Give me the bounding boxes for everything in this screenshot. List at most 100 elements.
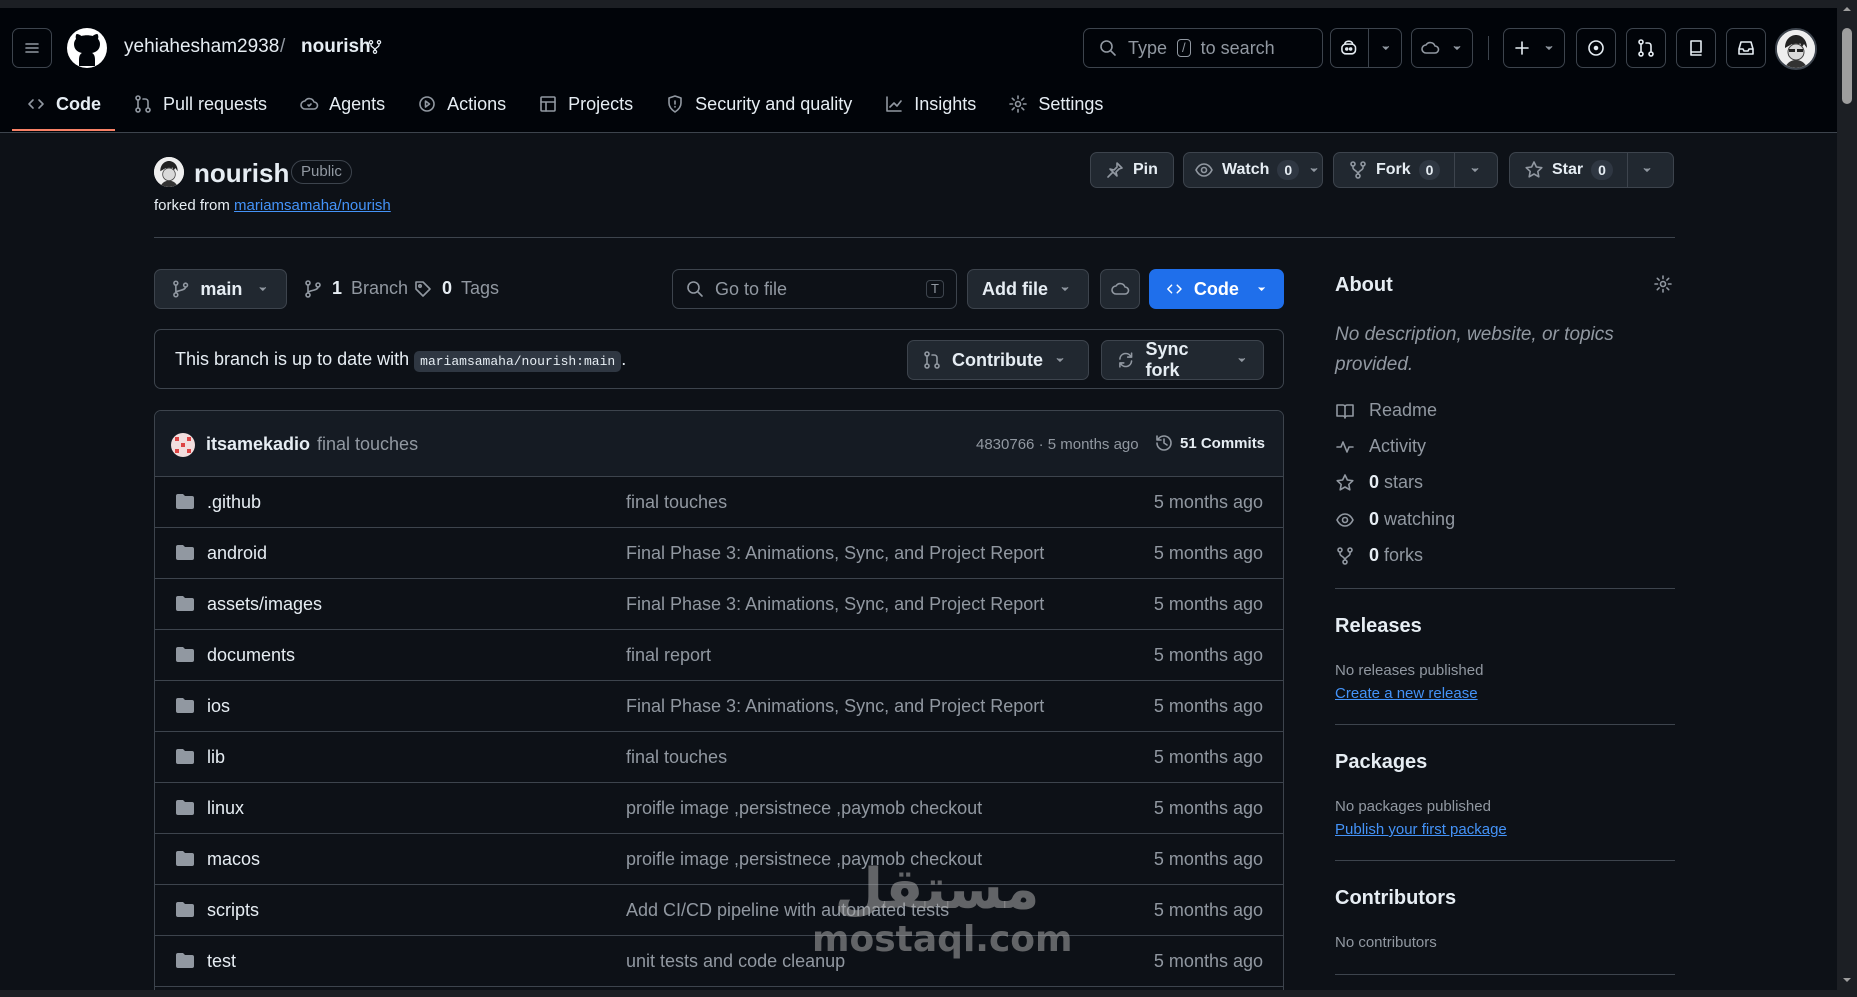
inbox-button[interactable]	[1726, 28, 1766, 68]
table-row[interactable]: assets/images Final Phase 3: Animations, …	[155, 579, 1283, 630]
releases-title[interactable]: Releases	[1335, 615, 1422, 638]
watching-link[interactable]: 0 watching	[1335, 509, 1455, 530]
file-name[interactable]: test	[207, 951, 236, 972]
fork-button[interactable]: Fork 0	[1333, 152, 1498, 188]
repositories-button[interactable]	[1676, 28, 1716, 68]
commit-message[interactable]: final touches	[317, 434, 418, 455]
table-row[interactable]: scripts Add CI/CD pipeline with automated…	[155, 885, 1283, 936]
commit-author-avatar[interactable]	[171, 433, 195, 457]
global-header: yehiahesham2938 / nourish Type / to sear…	[0, 0, 1837, 133]
tab-security[interactable]: Security and quality	[651, 86, 866, 122]
packages-title[interactable]: Packages	[1335, 751, 1427, 774]
file-name[interactable]: scripts	[207, 900, 259, 921]
forks-link[interactable]: 0 forks	[1335, 545, 1423, 566]
star-dropdown[interactable]	[1626, 153, 1667, 187]
contribute-button[interactable]: Contribute	[907, 340, 1089, 380]
commits-link[interactable]: 51 Commits	[1154, 433, 1265, 453]
create-cloud-button[interactable]	[1411, 28, 1473, 68]
file-name[interactable]: documents	[207, 645, 295, 666]
scroll-down-arrow-icon[interactable]	[1842, 975, 1852, 985]
file-commit-message[interactable]: final touches	[626, 492, 727, 513]
publish-package-link[interactable]: Publish your first package	[1335, 821, 1507, 838]
sidebar-divider	[1335, 860, 1675, 861]
code-button[interactable]: Code	[1149, 269, 1284, 309]
tab-settings[interactable]: Settings	[994, 86, 1117, 122]
breadcrumb-repo[interactable]: nourish	[301, 36, 371, 58]
page-scrollbar[interactable]	[1837, 0, 1857, 997]
plus-icon	[1515, 41, 1529, 55]
file-commit-message[interactable]: final touches	[626, 747, 727, 768]
file-table: itsamekadio final touches 4830766 · 5 mo…	[154, 410, 1284, 997]
watch-button[interactable]: Watch 0	[1183, 152, 1323, 188]
contributors-title[interactable]: Contributors	[1335, 887, 1456, 910]
create-new-button[interactable]	[1503, 28, 1565, 68]
status-ref[interactable]: mariamsamaha/nourish:main	[414, 351, 622, 372]
branch-icon	[173, 280, 189, 298]
scroll-up-arrow-icon[interactable]	[1842, 4, 1852, 14]
create-release-link[interactable]: Create a new release	[1335, 685, 1478, 702]
tab-insights[interactable]: Insights	[870, 86, 990, 122]
copilot-button[interactable]	[1330, 28, 1402, 68]
codespaces-button[interactable]	[1100, 269, 1140, 309]
tab-code[interactable]: Code	[12, 86, 115, 131]
commit-author[interactable]: itsamekadio	[206, 434, 310, 455]
activity-link[interactable]: Activity	[1335, 436, 1426, 457]
forked-from-link[interactable]: mariamsamaha/nourish	[234, 197, 391, 214]
repo-owner-avatar[interactable]	[154, 157, 184, 187]
file-commit-message[interactable]: Final Phase 3: Animations, Sync, and Pro…	[626, 543, 1044, 564]
file-name[interactable]: lib	[207, 747, 225, 768]
tab-projects[interactable]: Projects	[524, 86, 647, 122]
file-commit-message[interactable]: Final Phase 3: Animations, Sync, and Pro…	[626, 696, 1044, 717]
table-row[interactable]: lib final touches 5 months ago	[155, 732, 1283, 783]
sync-fork-button[interactable]: Sync fork	[1101, 339, 1264, 380]
issues-button[interactable]	[1576, 28, 1616, 68]
tab-agents[interactable]: Agents	[285, 86, 399, 122]
table-row[interactable]: documents final report 5 months ago	[155, 630, 1283, 681]
table-row[interactable]: ios Final Phase 3: Animations, Sync, and …	[155, 681, 1283, 732]
tab-actions[interactable]: Actions	[403, 86, 520, 122]
user-avatar[interactable]	[1775, 28, 1817, 70]
commit-hash-time[interactable]: 4830766 · 5 months ago	[976, 436, 1139, 453]
table-row[interactable]: android Final Phase 3: Animations, Sync, …	[155, 528, 1283, 579]
table-row[interactable]: macos proifle image ,persistnece ,paymob …	[155, 834, 1283, 885]
file-name[interactable]: linux	[207, 798, 244, 819]
file-commit-message[interactable]: final report	[626, 645, 711, 666]
repo-title[interactable]: nourish	[194, 158, 289, 189]
tags-link[interactable]: 0 Tags	[413, 278, 499, 299]
inbox-icon	[1738, 41, 1754, 55]
chevron-down-icon	[1471, 168, 1479, 172]
file-commit-message[interactable]: Final Phase 3: Animations, Sync, and Pro…	[626, 594, 1044, 615]
readme-link[interactable]: Readme	[1335, 400, 1437, 421]
star-button[interactable]: Star 0	[1509, 152, 1674, 188]
stars-link[interactable]: 0 stars	[1335, 472, 1423, 493]
table-row[interactable]: .github final touches 5 months ago	[155, 477, 1283, 528]
file-commit-message[interactable]: proifle image ,persistnece ,paymob check…	[626, 798, 982, 819]
scrollbar-thumb[interactable]	[1842, 28, 1852, 104]
pin-button[interactable]: Pin	[1090, 152, 1174, 188]
folder-icon	[176, 596, 194, 611]
gear-icon[interactable]	[1653, 274, 1673, 294]
chevron-down-icon	[1453, 46, 1461, 50]
tab-pull-requests[interactable]: Pull requests	[119, 86, 281, 122]
fork-dropdown[interactable]	[1454, 153, 1494, 187]
chevron-down-icon	[1258, 287, 1265, 291]
avatar-image	[1777, 30, 1815, 68]
add-file-button[interactable]: Add file	[967, 269, 1089, 309]
menu-button[interactable]	[12, 28, 52, 68]
table-row[interactable]: test unit tests and code cleanup 5 months …	[155, 936, 1283, 987]
breadcrumb-owner[interactable]: yehiahesham2938	[124, 36, 279, 58]
branch-selector[interactable]: main	[154, 269, 287, 309]
file-name[interactable]: macos	[207, 849, 260, 870]
file-name[interactable]: .github	[207, 492, 261, 513]
go-to-file-input[interactable]: Go to file T	[672, 269, 957, 309]
branches-link[interactable]: 1 Branch	[303, 278, 408, 299]
file-name[interactable]: assets/images	[207, 594, 322, 615]
github-logo-icon[interactable]	[66, 27, 108, 69]
file-name[interactable]: ios	[207, 696, 230, 717]
pull-requests-button[interactable]	[1626, 28, 1666, 68]
file-name[interactable]: android	[207, 543, 267, 564]
chevron-down-icon	[1061, 287, 1069, 291]
global-search-input[interactable]: Type / to search	[1083, 28, 1323, 68]
table-row[interactable]: linux proifle image ,persistnece ,paymob …	[155, 783, 1283, 834]
forks-count: 0	[1369, 545, 1380, 565]
